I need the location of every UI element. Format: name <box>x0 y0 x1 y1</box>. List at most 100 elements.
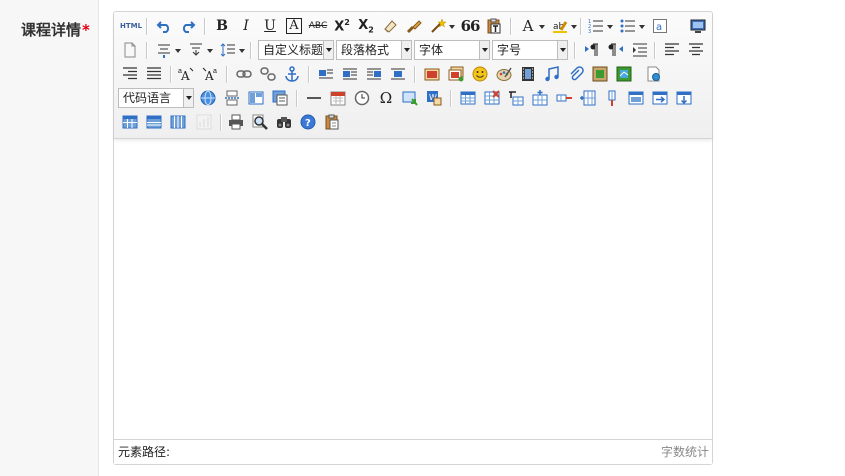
page-globe-icon <box>647 66 660 82</box>
case-lower-button[interactable]: Aa <box>200 64 220 84</box>
strikethrough-button[interactable]: ABC <box>308 16 328 36</box>
insert-text-button[interactable]: a <box>650 16 670 36</box>
ordered-list-caret-icon[interactable] <box>607 25 613 29</box>
font-family-select[interactable]: 字体 <box>414 40 490 60</box>
align-left-button[interactable] <box>662 40 682 60</box>
toolbar-separator <box>220 114 222 131</box>
split-to-rows-button[interactable] <box>144 112 164 132</box>
search-replace-button[interactable] <box>274 112 294 132</box>
code-language-select[interactable]: 代码语言 <box>118 88 194 108</box>
background-color-caret-icon[interactable] <box>571 25 577 29</box>
blank-page-icon <box>124 42 136 58</box>
merge-down-button[interactable] <box>674 88 694 108</box>
split-cells-icon <box>122 115 138 129</box>
row-spacing-bottom-button[interactable] <box>186 40 206 60</box>
drafts-button[interactable] <box>322 112 342 132</box>
row-spacing-bottom-caret-icon[interactable] <box>207 49 213 53</box>
image-right-button[interactable] <box>364 64 384 84</box>
split-to-cells-button[interactable] <box>120 112 140 132</box>
preview-button[interactable] <box>250 112 270 132</box>
insert-paragraph-before-table-button[interactable] <box>506 88 526 108</box>
blockquote-button[interactable]: 66 <box>460 16 481 36</box>
insert-link-button[interactable] <box>234 64 254 84</box>
font-size-select[interactable]: 字号 <box>492 40 568 60</box>
direction-rtl-button[interactable] <box>606 40 626 60</box>
web-image-button[interactable] <box>198 88 218 108</box>
delete-row-button[interactable] <box>554 88 574 108</box>
delete-table-button[interactable] <box>482 88 502 108</box>
chevron-down-icon <box>401 41 411 59</box>
insert-table-button[interactable] <box>458 88 478 108</box>
insert-date-button[interactable] <box>328 88 348 108</box>
ordered-list-button[interactable]: 123 <box>586 16 606 36</box>
insert-row-button[interactable] <box>530 88 550 108</box>
insert-frame-button[interactable] <box>590 64 610 84</box>
chevron-down-icon <box>557 41 567 59</box>
image-left-button[interactable] <box>340 64 360 84</box>
page-break-button[interactable] <box>222 88 242 108</box>
format-painter-button[interactable] <box>404 16 424 36</box>
merge-cells-button[interactable] <box>626 88 646 108</box>
scrawl-button[interactable] <box>494 64 514 84</box>
snap-screen-button[interactable] <box>400 88 420 108</box>
insert-column-button[interactable] <box>578 88 598 108</box>
print-button[interactable] <box>226 112 246 132</box>
insert-image-button[interactable] <box>422 64 442 84</box>
insert-code-button[interactable] <box>644 64 664 84</box>
unordered-list-caret-icon[interactable] <box>639 25 645 29</box>
fullscreen-button[interactable] <box>688 16 708 36</box>
paragraph-format-select[interactable]: 段落格式 <box>336 40 412 60</box>
insert-video-button[interactable] <box>518 64 538 84</box>
underline-button[interactable]: U <box>260 16 280 36</box>
paste-plain-button[interactable] <box>484 16 504 36</box>
google-map-button[interactable] <box>614 64 634 84</box>
font-color-button[interactable]: A <box>518 16 538 36</box>
superscript-button[interactable]: X2 <box>332 16 352 36</box>
template-button[interactable] <box>246 88 266 108</box>
unlink-button[interactable] <box>258 64 278 84</box>
font-border-button[interactable]: A <box>284 16 304 36</box>
delete-column-button[interactable] <box>602 88 622 108</box>
word-image-button[interactable]: W <box>424 88 444 108</box>
auto-format-caret-icon[interactable] <box>449 25 455 29</box>
image-none-button[interactable] <box>316 64 336 84</box>
italic-button[interactable]: I <box>236 16 256 36</box>
indent-button[interactable] <box>630 40 650 60</box>
font-color-caret-icon[interactable] <box>539 25 545 29</box>
custom-title-select[interactable]: 自定义标题 <box>258 40 334 60</box>
eraser-button[interactable] <box>380 16 400 36</box>
chart-button-disabled[interactable] <box>194 112 214 132</box>
line-height-button[interactable] <box>218 40 238 60</box>
merge-right-button[interactable] <box>650 88 670 108</box>
help-button[interactable]: ? <box>298 112 318 132</box>
editor-content-area[interactable] <box>114 139 712 439</box>
auto-format-button[interactable] <box>428 16 448 36</box>
redo-button[interactable] <box>178 16 198 36</box>
emotion-button[interactable] <box>470 64 490 84</box>
subscript-button[interactable]: X2 <box>356 16 376 36</box>
new-document-button[interactable] <box>120 40 140 60</box>
case-upper-button[interactable]: Aa <box>176 64 196 84</box>
background-color-button[interactable]: ab <box>550 16 570 36</box>
horizontal-rule-button[interactable] <box>304 88 324 108</box>
direction-ltr-button[interactable] <box>582 40 602 60</box>
insert-time-button[interactable] <box>352 88 372 108</box>
undo-button[interactable] <box>154 16 174 36</box>
anchor-button[interactable] <box>282 64 302 84</box>
special-chars-button[interactable]: Ω <box>376 88 396 108</box>
align-center-button[interactable] <box>686 40 706 60</box>
row-spacing-top-button[interactable] <box>154 40 174 60</box>
insert-music-button[interactable] <box>542 64 562 84</box>
align-justify-button[interactable] <box>144 64 164 84</box>
attachment-button[interactable] <box>566 64 586 84</box>
align-right-button[interactable] <box>120 64 140 84</box>
unordered-list-button[interactable] <box>618 16 638 36</box>
row-spacing-top-caret-icon[interactable] <box>175 49 181 53</box>
source-html-button[interactable]: HTML <box>120 16 142 36</box>
bold-button[interactable]: B <box>212 16 232 36</box>
multi-image-button[interactable] <box>446 64 466 84</box>
split-to-cols-button[interactable] <box>168 112 188 132</box>
image-center-button[interactable] <box>388 64 408 84</box>
line-height-caret-icon[interactable] <box>239 49 245 53</box>
background-button[interactable] <box>270 88 290 108</box>
